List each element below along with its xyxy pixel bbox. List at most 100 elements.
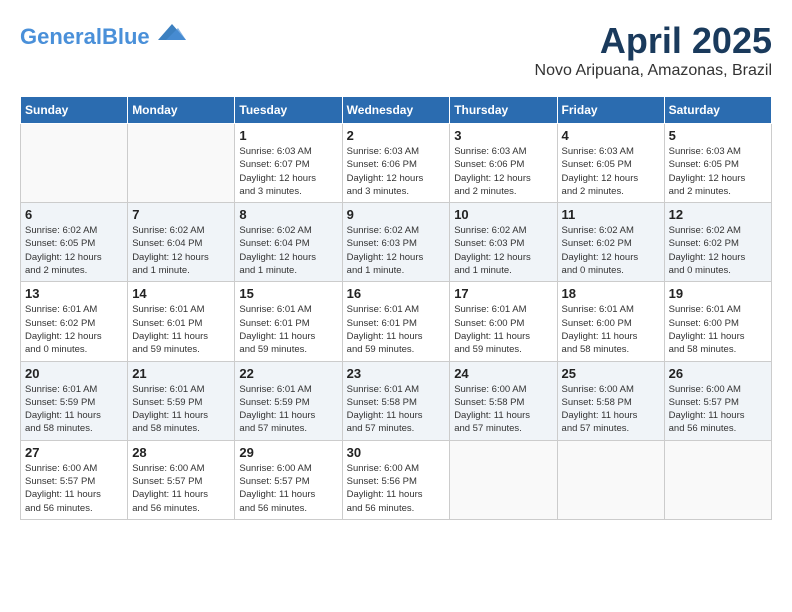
day-detail: Sunrise: 6:02 AM Sunset: 6:05 PM Dayligh… xyxy=(25,224,123,277)
day-detail: Sunrise: 6:01 AM Sunset: 6:01 PM Dayligh… xyxy=(347,303,446,356)
calendar-cell: 23 Sunrise: 6:01 AM Sunset: 5:58 PM Dayli… xyxy=(342,361,450,440)
week-row-1: 1Sunrise: 6:03 AM Sunset: 6:07 PM Daylig… xyxy=(21,124,772,203)
logo: GeneralBlue xyxy=(20,20,186,49)
calendar-cell: 6Sunrise: 6:02 AM Sunset: 6:05 PM Daylig… xyxy=(21,203,128,282)
day-detail: Sunrise: 6:02 AM Sunset: 6:02 PM Dayligh… xyxy=(562,224,660,277)
logo-line2: Blue xyxy=(102,24,150,49)
calendar-cell: 21 Sunrise: 6:01 AM Sunset: 5:59 PM Dayli… xyxy=(128,361,235,440)
day-number: 27 xyxy=(25,445,123,460)
weekday-header-wednesday: Wednesday xyxy=(342,97,450,124)
day-detail: Sunrise: 6:01 AM Sunset: 5:59 PM Dayligh… xyxy=(239,383,337,436)
day-detail: Sunrise: 6:02 AM Sunset: 6:02 PM Dayligh… xyxy=(669,224,767,277)
calendar-cell: 17 Sunrise: 6:01 AM Sunset: 6:00 PM Dayli… xyxy=(450,282,557,361)
calendar-cell: 28Sunrise: 6:00 AM Sunset: 5:57 PM Dayli… xyxy=(128,440,235,519)
calendar-cell xyxy=(664,440,771,519)
day-detail: Sunrise: 6:03 AM Sunset: 6:05 PM Dayligh… xyxy=(669,145,767,198)
day-detail: Sunrise: 6:01 AM Sunset: 6:01 PM Dayligh… xyxy=(132,303,230,356)
logo-line1: General xyxy=(20,24,102,49)
calendar-cell: 3 Sunrise: 6:03 AM Sunset: 6:06 PM Daylig… xyxy=(450,124,557,203)
day-number: 2 xyxy=(347,128,446,143)
day-number: 20 xyxy=(25,366,123,381)
header: GeneralBlue April 2025 Novo Aripuana, Am… xyxy=(20,20,772,80)
day-number: 21 xyxy=(132,366,230,381)
day-number: 11 xyxy=(562,207,660,222)
day-detail: Sunrise: 6:00 AM Sunset: 5:57 PM Dayligh… xyxy=(239,462,337,515)
weekday-header-friday: Friday xyxy=(557,97,664,124)
day-detail: Sunrise: 6:01 AM Sunset: 5:58 PM Dayligh… xyxy=(347,383,446,436)
day-detail: Sunrise: 6:00 AM Sunset: 5:58 PM Dayligh… xyxy=(562,383,660,436)
calendar-cell: 19 Sunrise: 6:01 AM Sunset: 6:00 PM Dayli… xyxy=(664,282,771,361)
day-number: 13 xyxy=(25,286,123,301)
day-detail: Sunrise: 6:00 AM Sunset: 5:57 PM Dayligh… xyxy=(669,383,767,436)
calendar-cell: 4 Sunrise: 6:03 AM Sunset: 6:05 PM Daylig… xyxy=(557,124,664,203)
day-number: 14 xyxy=(132,286,230,301)
day-detail: Sunrise: 6:03 AM Sunset: 6:05 PM Dayligh… xyxy=(562,145,660,198)
calendar-cell: 25 Sunrise: 6:00 AM Sunset: 5:58 PM Dayli… xyxy=(557,361,664,440)
day-detail: Sunrise: 6:03 AM Sunset: 6:06 PM Dayligh… xyxy=(454,145,552,198)
calendar-cell: 2 Sunrise: 6:03 AM Sunset: 6:06 PM Daylig… xyxy=(342,124,450,203)
calendar-cell xyxy=(450,440,557,519)
calendar-cell: 9 Sunrise: 6:02 AM Sunset: 6:03 PM Daylig… xyxy=(342,203,450,282)
day-number: 8 xyxy=(239,207,337,222)
calendar-cell xyxy=(128,124,235,203)
day-detail: Sunrise: 6:02 AM Sunset: 6:03 PM Dayligh… xyxy=(454,224,552,277)
day-number: 19 xyxy=(669,286,767,301)
day-number: 26 xyxy=(669,366,767,381)
calendar-cell: 29 Sunrise: 6:00 AM Sunset: 5:57 PM Dayli… xyxy=(235,440,342,519)
calendar-cell: 15 Sunrise: 6:01 AM Sunset: 6:01 PM Dayli… xyxy=(235,282,342,361)
day-number: 1 xyxy=(239,128,337,143)
day-detail: Sunrise: 6:00 AM Sunset: 5:57 PM Dayligh… xyxy=(25,462,123,515)
title-area: April 2025 Novo Aripuana, Amazonas, Braz… xyxy=(535,20,772,80)
day-number: 18 xyxy=(562,286,660,301)
calendar-cell: 27 Sunrise: 6:00 AM Sunset: 5:57 PM Dayli… xyxy=(21,440,128,519)
day-detail: Sunrise: 6:01 AM Sunset: 6:00 PM Dayligh… xyxy=(562,303,660,356)
day-detail: Sunrise: 6:01 AM Sunset: 5:59 PM Dayligh… xyxy=(132,383,230,436)
calendar-cell: 13 Sunrise: 6:01 AM Sunset: 6:02 PM Dayli… xyxy=(21,282,128,361)
day-number: 15 xyxy=(239,286,337,301)
calendar-cell: 24Sunrise: 6:00 AM Sunset: 5:58 PM Dayli… xyxy=(450,361,557,440)
week-row-2: 6Sunrise: 6:02 AM Sunset: 6:05 PM Daylig… xyxy=(21,203,772,282)
day-number: 17 xyxy=(454,286,552,301)
day-detail: Sunrise: 6:00 AM Sunset: 5:57 PM Dayligh… xyxy=(132,462,230,515)
day-number: 10 xyxy=(454,207,552,222)
day-number: 29 xyxy=(239,445,337,460)
day-number: 12 xyxy=(669,207,767,222)
week-row-3: 13 Sunrise: 6:01 AM Sunset: 6:02 PM Dayli… xyxy=(21,282,772,361)
day-detail: Sunrise: 6:03 AM Sunset: 6:06 PM Dayligh… xyxy=(347,145,446,198)
calendar-cell: 30Sunrise: 6:00 AM Sunset: 5:56 PM Dayli… xyxy=(342,440,450,519)
calendar-cell: 12 Sunrise: 6:02 AM Sunset: 6:02 PM Dayli… xyxy=(664,203,771,282)
weekday-header-row: SundayMondayTuesdayWednesdayThursdayFrid… xyxy=(21,97,772,124)
calendar-cell: 20 Sunrise: 6:01 AM Sunset: 5:59 PM Dayli… xyxy=(21,361,128,440)
week-row-4: 20 Sunrise: 6:01 AM Sunset: 5:59 PM Dayli… xyxy=(21,361,772,440)
calendar-cell xyxy=(21,124,128,203)
weekday-header-monday: Monday xyxy=(128,97,235,124)
day-number: 9 xyxy=(347,207,446,222)
calendar-cell: 8 Sunrise: 6:02 AM Sunset: 6:04 PM Daylig… xyxy=(235,203,342,282)
calendar: SundayMondayTuesdayWednesdayThursdayFrid… xyxy=(20,96,772,520)
day-number: 5 xyxy=(669,128,767,143)
day-detail: Sunrise: 6:02 AM Sunset: 6:04 PM Dayligh… xyxy=(239,224,337,277)
logo-text: GeneralBlue xyxy=(20,20,186,49)
day-detail: Sunrise: 6:02 AM Sunset: 6:04 PM Dayligh… xyxy=(132,224,230,277)
day-detail: Sunrise: 6:01 AM Sunset: 6:00 PM Dayligh… xyxy=(669,303,767,356)
day-detail: Sunrise: 6:00 AM Sunset: 5:58 PM Dayligh… xyxy=(454,383,552,436)
calendar-cell xyxy=(557,440,664,519)
day-number: 25 xyxy=(562,366,660,381)
calendar-cell: 18 Sunrise: 6:01 AM Sunset: 6:00 PM Dayli… xyxy=(557,282,664,361)
calendar-cell: 1Sunrise: 6:03 AM Sunset: 6:07 PM Daylig… xyxy=(235,124,342,203)
location-title: Novo Aripuana, Amazonas, Brazil xyxy=(535,62,772,80)
week-row-5: 27 Sunrise: 6:00 AM Sunset: 5:57 PM Dayli… xyxy=(21,440,772,519)
day-detail: Sunrise: 6:01 AM Sunset: 6:02 PM Dayligh… xyxy=(25,303,123,356)
calendar-cell: 16 Sunrise: 6:01 AM Sunset: 6:01 PM Dayli… xyxy=(342,282,450,361)
weekday-header-tuesday: Tuesday xyxy=(235,97,342,124)
day-number: 3 xyxy=(454,128,552,143)
day-number: 30 xyxy=(347,445,446,460)
day-detail: Sunrise: 6:02 AM Sunset: 6:03 PM Dayligh… xyxy=(347,224,446,277)
day-detail: Sunrise: 6:01 AM Sunset: 6:01 PM Dayligh… xyxy=(239,303,337,356)
day-detail: Sunrise: 6:01 AM Sunset: 6:00 PM Dayligh… xyxy=(454,303,552,356)
day-detail: Sunrise: 6:01 AM Sunset: 5:59 PM Dayligh… xyxy=(25,383,123,436)
day-number: 23 xyxy=(347,366,446,381)
day-number: 4 xyxy=(562,128,660,143)
day-number: 16 xyxy=(347,286,446,301)
calendar-cell: 22Sunrise: 6:01 AM Sunset: 5:59 PM Dayli… xyxy=(235,361,342,440)
